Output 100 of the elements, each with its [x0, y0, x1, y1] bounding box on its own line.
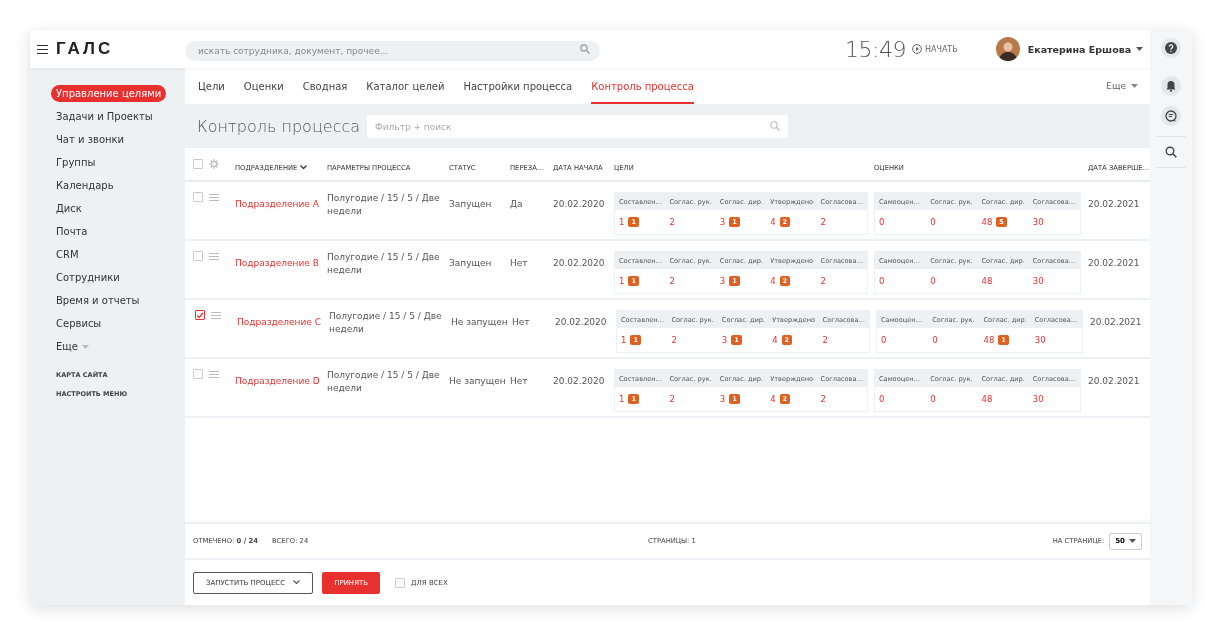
sidebar-item[interactable]: Диск [51, 197, 87, 220]
start-button[interactable]: НАЧАТЬ [911, 44, 958, 54]
checkbox[interactable] [395, 577, 406, 588]
table-cell: Запущен [449, 198, 492, 211]
count-link[interactable]: 1 [619, 394, 625, 404]
table-cell: Не запущен [449, 375, 506, 388]
logo[interactable]: ГАЛС [56, 39, 114, 59]
drag-handle-icon[interactable] [209, 193, 219, 201]
count-link[interactable]: 1 [621, 335, 627, 345]
sidebar-item[interactable]: Чат и звонки [51, 128, 130, 151]
sidebar-item[interactable]: Задачи и Проекты [51, 105, 158, 128]
search-icon[interactable] [1165, 146, 1177, 158]
sidebar-item[interactable]: Сервисы [51, 312, 107, 335]
search-icon [770, 120, 780, 131]
tab[interactable]: Настройки процесса [463, 68, 573, 104]
table-cell: 20.02.2020 [553, 198, 605, 211]
clock: 15:49 [845, 36, 906, 62]
sidebar-item[interactable]: CRM [51, 243, 84, 266]
count-link[interactable]: 30 [1032, 394, 1044, 404]
count-link[interactable]: 1 [619, 217, 625, 227]
sidebar-item[interactable]: Календарь [51, 174, 119, 197]
count-link[interactable]: 2 [669, 217, 675, 227]
count-link[interactable]: 0 [879, 217, 885, 227]
count-link[interactable]: 0 [932, 335, 938, 345]
table-cell: Нет [510, 257, 528, 270]
caret-icon [1136, 47, 1144, 51]
table-cell: 20.02.2021 [1090, 316, 1142, 329]
sidebar-item[interactable]: Управление целями [51, 85, 167, 102]
page-title: Контроль процесса [197, 116, 362, 136]
tab[interactable]: Сводная [302, 68, 348, 104]
count-link[interactable]: 48 [981, 217, 993, 227]
more-menu[interactable]: Еще [1106, 68, 1138, 104]
user-menu[interactable]: Екатерина Ершова [1027, 43, 1144, 55]
count-link[interactable]: 30 [1034, 335, 1046, 345]
count-link[interactable]: 3 [721, 335, 728, 345]
table-cell: 20.02.2021 [1088, 198, 1140, 211]
avatar [995, 37, 1020, 61]
sidebar-item[interactable]: Сотрудники [51, 266, 125, 289]
play-icon [911, 44, 922, 54]
count-link[interactable]: 2 [820, 217, 826, 227]
count-link[interactable]: 2 [669, 394, 675, 404]
count-link[interactable]: 0 [879, 276, 885, 286]
department-link[interactable]: Подразделение C [237, 316, 321, 329]
filter-field[interactable]: Фильтр + поиск [367, 115, 788, 138]
table-cell: 20.02.2020 [555, 316, 607, 329]
chat-icon[interactable] [1161, 106, 1181, 126]
drag-handle-icon[interactable] [209, 370, 219, 378]
more-menu[interactable]: Еще [51, 335, 94, 358]
count-link[interactable]: 48 [981, 394, 993, 404]
help-icon[interactable] [1161, 38, 1181, 58]
checkbox[interactable] [193, 369, 203, 379]
count-link[interactable]: 48 [983, 335, 995, 345]
checkbox[interactable] [193, 159, 203, 169]
count-link[interactable]: 0 [930, 394, 936, 404]
count-link[interactable]: 3 [719, 217, 726, 227]
department-link[interactable]: Подразделение A [235, 198, 319, 211]
count-link[interactable]: 4 [772, 335, 778, 345]
checkbox[interactable] [193, 192, 203, 202]
count-link[interactable]: 0 [879, 394, 885, 404]
count-link[interactable]: 0 [930, 217, 936, 227]
count-link[interactable]: 2 [820, 276, 826, 286]
chevron-icon [300, 165, 308, 170]
checkbox[interactable] [195, 310, 205, 320]
count-link[interactable]: 3 [719, 276, 726, 286]
drag-handle-icon[interactable] [209, 252, 219, 260]
count-link[interactable]: 1 [619, 276, 625, 286]
department-link[interactable]: Подразделение D [235, 375, 320, 388]
tab[interactable]: Контроль процесса [591, 68, 694, 104]
count-link[interactable]: 4 [770, 276, 776, 286]
drag-handle-icon[interactable] [211, 311, 221, 319]
count-link[interactable]: 2 [669, 276, 675, 286]
count-link[interactable]: 4 [770, 394, 776, 404]
tab[interactable]: Каталог целей [366, 68, 445, 104]
count-link[interactable]: 0 [881, 335, 887, 345]
table-cell-text: Полугодие / 15 / 5 / Две недели [329, 310, 443, 336]
sidebar-item[interactable]: Почта [51, 220, 93, 243]
sidebar-item[interactable]: Время и отчеты [51, 289, 145, 312]
count-link[interactable]: 3 [719, 394, 726, 404]
sidebar-item[interactable]: Группы [51, 151, 101, 174]
count-link[interactable]: 0 [930, 276, 936, 286]
tab[interactable]: Цели [198, 68, 225, 104]
menu-icon[interactable] [37, 44, 48, 54]
count-link[interactable]: 2 [822, 335, 828, 345]
search-icon [580, 44, 590, 54]
count-link[interactable]: 2 [820, 394, 826, 404]
bell-icon[interactable] [1161, 76, 1181, 96]
table-cell: Запущен [449, 257, 492, 270]
count-link[interactable]: 30 [1032, 276, 1044, 286]
count-link[interactable]: 30 [1032, 217, 1044, 227]
table-cell-text: Полугодие / 15 / 5 / Две недели [327, 251, 441, 277]
count-link[interactable]: 48 [981, 276, 993, 286]
tab[interactable]: Оценки [243, 68, 284, 104]
checkbox[interactable] [193, 251, 203, 261]
department-link[interactable]: Подразделение B [235, 257, 319, 270]
count-link[interactable]: 2 [671, 335, 677, 345]
search-field[interactable]: искать сотрудника, документ, прочее... [185, 41, 600, 61]
table-cell-text: Полугодие / 15 / 5 / Две недели [327, 369, 441, 395]
gear-icon[interactable] [209, 159, 219, 169]
count-link[interactable]: 4 [770, 217, 776, 227]
caret-icon [1129, 539, 1136, 543]
